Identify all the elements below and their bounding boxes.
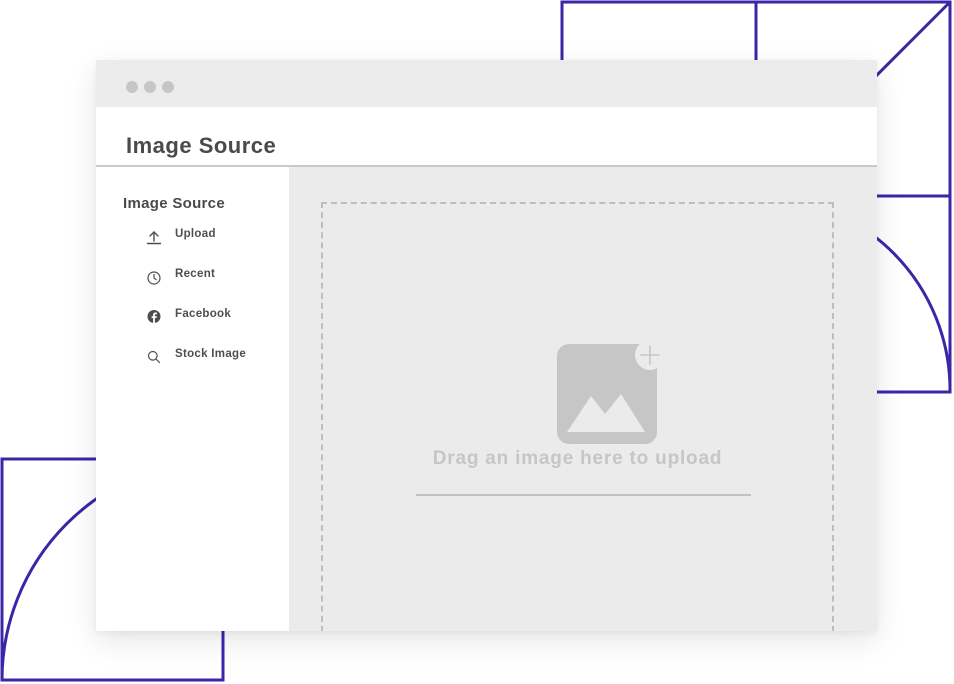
- page-title: Image Source: [126, 133, 277, 158]
- sidebar: Image Source Upload Recent Facebook Stoc…: [96, 167, 289, 631]
- sidebar-item-upload[interactable]: Upload: [146, 226, 286, 248]
- main-content: Drag an image here to upload: [289, 167, 877, 631]
- upload-dropzone[interactable]: Drag an image here to upload: [321, 202, 834, 631]
- window-dot[interactable]: [162, 81, 174, 93]
- divider: [416, 494, 751, 496]
- dropzone-text: Drag an image here to upload: [432, 448, 723, 469]
- app-window: Image Source Image Source Upload Recent: [96, 60, 877, 631]
- title-bar: [96, 60, 877, 107]
- sidebar-item-recent[interactable]: Recent: [146, 266, 286, 288]
- window-dot[interactable]: [126, 81, 138, 93]
- image-add-icon: [557, 344, 665, 444]
- sidebar-item-label: Recent: [175, 268, 216, 280]
- sidebar-item-stock-image[interactable]: Stock Image: [146, 346, 286, 368]
- page-header: Image Source: [96, 107, 877, 167]
- sidebar-item-label: Stock Image: [175, 348, 247, 360]
- facebook-icon: [147, 310, 161, 323]
- sidebar-item-label: Upload: [175, 228, 216, 240]
- sidebar-title: Image Source: [123, 195, 225, 212]
- sidebar-item-facebook[interactable]: Facebook: [146, 306, 286, 328]
- upload-icon: [146, 231, 162, 245]
- window-dot[interactable]: [144, 81, 156, 93]
- search-icon: [147, 350, 161, 364]
- sidebar-item-label: Facebook: [175, 308, 232, 320]
- clock-icon: [147, 271, 161, 285]
